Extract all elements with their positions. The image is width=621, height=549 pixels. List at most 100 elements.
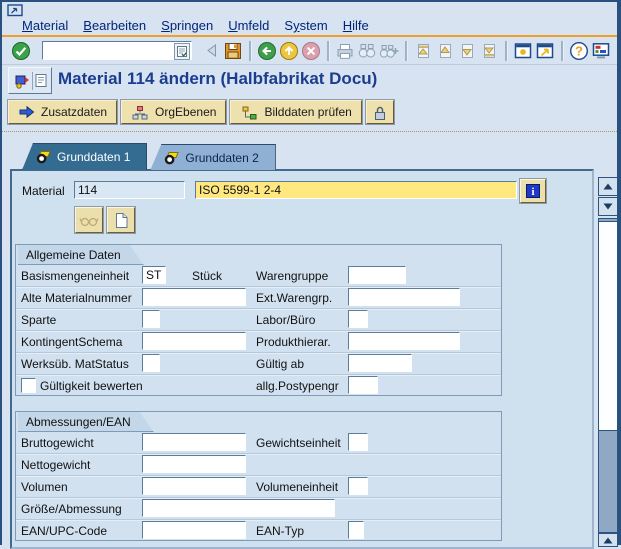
- menu-system[interactable]: System: [284, 18, 327, 33]
- vertical-scrollbar: [598, 177, 618, 547]
- form-row: Sparte Labor/Büro: [16, 309, 501, 331]
- gueltigkeit-bewerten-checkbox[interactable]: [21, 378, 36, 393]
- find-next-icon[interactable]: [378, 40, 400, 62]
- exit-icon[interactable]: [278, 40, 300, 62]
- menu-material[interactable]: Material: [22, 18, 68, 33]
- tab-content-panel: Material i Allgemeine Daten Basismengene…: [10, 169, 594, 549]
- menu-row: Material Bearbeiten Springen Umfeld Syst…: [2, 2, 617, 35]
- field-label: allg.Postypengr: [256, 379, 339, 393]
- command-history-icon[interactable]: [174, 43, 190, 60]
- create-shortcut-icon[interactable]: [534, 40, 556, 62]
- back-icon[interactable]: [256, 40, 278, 62]
- field-label: Volumen: [21, 480, 68, 494]
- page-title: Material 114 ändern (Halbfabrikat Docu): [58, 69, 377, 89]
- command-field-wrap: [42, 41, 192, 60]
- toolbar-separator: [405, 41, 407, 61]
- field-label: Sparte: [21, 313, 56, 327]
- ean-upc-code-input[interactable]: [142, 521, 246, 539]
- svg-text:i: i: [531, 186, 534, 198]
- menu-bearbeiten[interactable]: Bearbeiten: [83, 18, 146, 33]
- gueltig-ab-input[interactable]: [348, 354, 412, 372]
- produkthierar-input[interactable]: [348, 332, 460, 350]
- menu-bar: Material Bearbeiten Springen Umfeld Syst…: [22, 18, 369, 33]
- menu-springen[interactable]: Springen: [161, 18, 213, 33]
- object-services-icon: [14, 73, 30, 89]
- group-allgemeine-daten: Allgemeine Daten Basismengeneinheit Stüc…: [15, 244, 502, 396]
- group-title: Abmessungen/EAN: [18, 412, 154, 432]
- labor-buero-input[interactable]: [348, 310, 368, 328]
- allg-postypengr-input[interactable]: [348, 376, 378, 394]
- lock-icon: [371, 104, 389, 121]
- menu-hilfe[interactable]: Hilfe: [343, 18, 369, 33]
- field-label: Bruttogewicht: [21, 436, 94, 450]
- werksueb-matstatus-input[interactable]: [142, 354, 160, 372]
- scroll-up-button[interactable]: [598, 177, 618, 196]
- scroll-down-button[interactable]: [598, 197, 618, 216]
- form-row: Volumen Volumeneinheit: [16, 476, 501, 498]
- scrollbar-thumb[interactable]: [598, 221, 618, 431]
- groesse-abmessung-input[interactable]: [142, 499, 335, 517]
- field-label: Werksüb. MatStatus: [21, 357, 129, 371]
- arrow-up-icon: [603, 537, 613, 544]
- volumen-input[interactable]: [142, 477, 246, 495]
- create-button[interactable]: [107, 207, 135, 233]
- display-button[interactable]: [75, 207, 103, 233]
- next-page-icon[interactable]: [456, 40, 478, 62]
- warengruppe-input[interactable]: [348, 266, 406, 284]
- unit-description: Stück: [192, 269, 222, 283]
- volumeneinheit-input[interactable]: [348, 477, 368, 495]
- new-session-icon[interactable]: [512, 40, 534, 62]
- zusatzdaten-button[interactable]: Zusatzdaten: [8, 100, 117, 124]
- lock-button[interactable]: [366, 100, 394, 124]
- nettogewicht-input[interactable]: [142, 455, 246, 473]
- org-levels-icon: [131, 104, 149, 121]
- ext-warengrp-input[interactable]: [348, 288, 460, 306]
- material-description-field[interactable]: [195, 181, 517, 199]
- save-icon[interactable]: [222, 40, 244, 62]
- form-row: Werksüb. MatStatus Gültig ab: [16, 353, 501, 375]
- cancel-icon[interactable]: [300, 40, 322, 62]
- toolbar-separator: [505, 41, 507, 61]
- field-label: Produkthierar.: [256, 335, 331, 349]
- tab-grunddaten-1[interactable]: Grunddaten 1: [22, 143, 147, 170]
- services-for-object-button[interactable]: [8, 67, 52, 94]
- material-label: Material: [22, 184, 65, 198]
- ean-typ-input[interactable]: [348, 521, 364, 539]
- help-icon[interactable]: ?: [568, 40, 590, 62]
- group-header: Abmessungen/EAN: [16, 412, 501, 432]
- toolbar-separator: [561, 41, 563, 61]
- material-number-field[interactable]: [74, 181, 185, 199]
- tab-grunddaten-2[interactable]: Grunddaten 2: [150, 144, 275, 170]
- arrow-right-icon: [18, 105, 35, 119]
- view-icon: [35, 150, 51, 164]
- checkbox-label: Gültigkeit bewerten: [40, 379, 143, 393]
- dropdown-list-icon: [35, 73, 47, 88]
- find-icon[interactable]: [356, 40, 378, 62]
- previous-page-icon[interactable]: [434, 40, 456, 62]
- group-abmessungen-ean: Abmessungen/EAN Bruttogewicht Gewichtsei…: [15, 411, 502, 541]
- field-label: Ext.Warengrp.: [256, 291, 332, 305]
- field-label: Gültig ab: [256, 357, 304, 371]
- bruttogewicht-input[interactable]: [142, 433, 246, 451]
- gewichtseinheit-input[interactable]: [348, 433, 368, 451]
- customize-layout-icon[interactable]: [590, 40, 612, 62]
- command-input[interactable]: [42, 41, 192, 60]
- view-icon: [163, 151, 179, 165]
- bilddaten-pruefen-button[interactable]: Bilddaten prüfen: [230, 100, 361, 124]
- alte-materialnummer-input[interactable]: [142, 288, 246, 306]
- first-page-icon[interactable]: [412, 40, 434, 62]
- enter-icon[interactable]: [10, 40, 32, 62]
- basismengeneinheit-input[interactable]: [142, 266, 166, 284]
- last-page-icon[interactable]: [478, 40, 500, 62]
- form-row: Alte Materialnummer Ext.Warengrp.: [16, 287, 501, 309]
- back-triangle-icon[interactable]: [200, 40, 222, 62]
- info-button[interactable]: i: [520, 179, 546, 203]
- menu-umfeld[interactable]: Umfeld: [228, 18, 269, 33]
- orgebenen-button[interactable]: OrgEbenen: [121, 100, 226, 124]
- field-label: Labor/Büro: [256, 313, 315, 327]
- kontingentschema-input[interactable]: [142, 332, 246, 350]
- print-icon[interactable]: [334, 40, 356, 62]
- standard-toolbar: ?: [2, 37, 617, 65]
- sparte-input[interactable]: [142, 310, 160, 328]
- info-icon: i: [525, 183, 541, 199]
